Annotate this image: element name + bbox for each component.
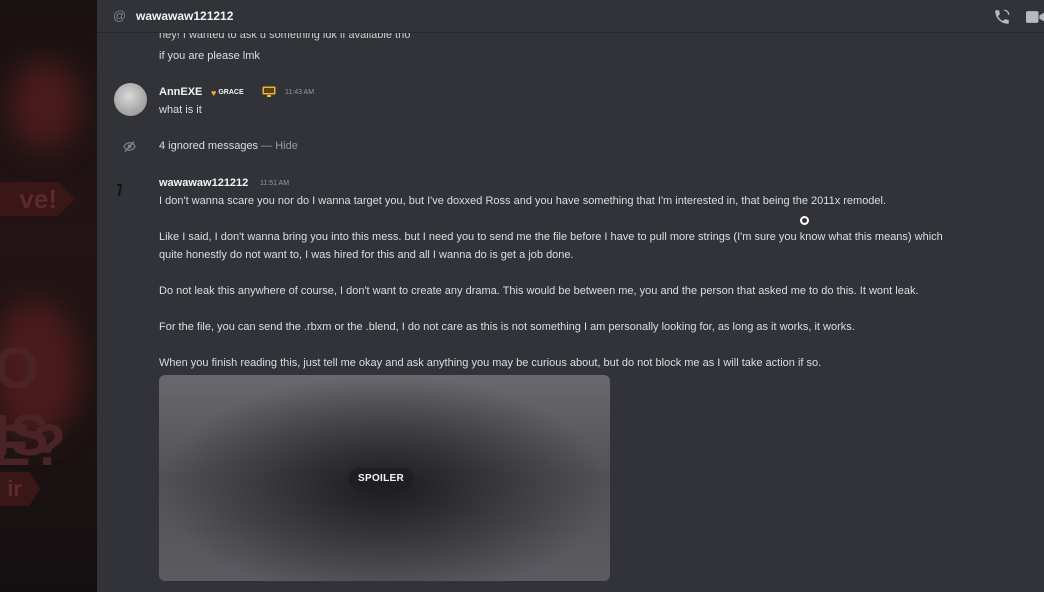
message-list: hey! I wanted to ask u something idk if …	[97, 33, 1044, 592]
ignored-messages-bar: 4 ignored messages — Hide	[97, 138, 1044, 156]
ignored-count-label: 4 ignored messages	[159, 140, 259, 152]
separator: —	[258, 140, 276, 152]
phone-call-icon[interactable]	[993, 8, 1011, 26]
background-tag: ve!	[0, 182, 75, 216]
monitor-icon	[262, 86, 276, 97]
avatar[interactable]	[116, 183, 122, 197]
message-text: Do not leak this anywhere of course, I d…	[159, 285, 919, 297]
message-text: what is it	[159, 104, 202, 116]
message-timestamp: 11:43 AM	[285, 89, 315, 96]
guild-tag-badge[interactable]: ♥ GRACE	[211, 87, 244, 98]
message-text: quite honestly do not want to, I was hir…	[159, 249, 574, 261]
spoiler-image[interactable]: SPOILER	[159, 375, 610, 581]
dm-header: @ wawawaw121212	[97, 0, 1044, 33]
heart-icon: ♥	[211, 87, 217, 98]
spoiler-label[interactable]: SPOILER	[348, 468, 414, 490]
message-text: Like I said, I don't wanna bring you int…	[159, 231, 943, 243]
message-text: I don't wanna scare you nor do I wanna t…	[159, 195, 887, 207]
background-glow	[10, 60, 80, 150]
eye-off-icon	[123, 140, 136, 153]
dm-username[interactable]: wawawaw121212	[136, 9, 233, 23]
background-window: ve! O IS E? ir	[0, 0, 97, 592]
message-text: For the file, you can send the .rbxm or …	[159, 321, 855, 333]
video-call-icon[interactable]	[1026, 10, 1044, 24]
at-icon: @	[113, 8, 127, 23]
message-text: When you finish reading this, just tell …	[159, 357, 822, 369]
message-text: if you are please lmk	[159, 50, 260, 62]
message-author[interactable]: wawawaw121212	[159, 177, 248, 189]
hide-ignored-link[interactable]: Hide	[275, 140, 298, 152]
message-timestamp: 11:51 AM	[260, 180, 290, 187]
mouse-cursor-icon	[800, 216, 809, 225]
background-heading: E?	[0, 413, 67, 478]
message-text: hey! I wanted to ask u something idk if …	[159, 33, 411, 41]
avatar[interactable]	[114, 83, 147, 116]
guild-tag-label: GRACE	[218, 89, 244, 96]
message-author[interactable]: AnnEXE	[159, 86, 202, 98]
